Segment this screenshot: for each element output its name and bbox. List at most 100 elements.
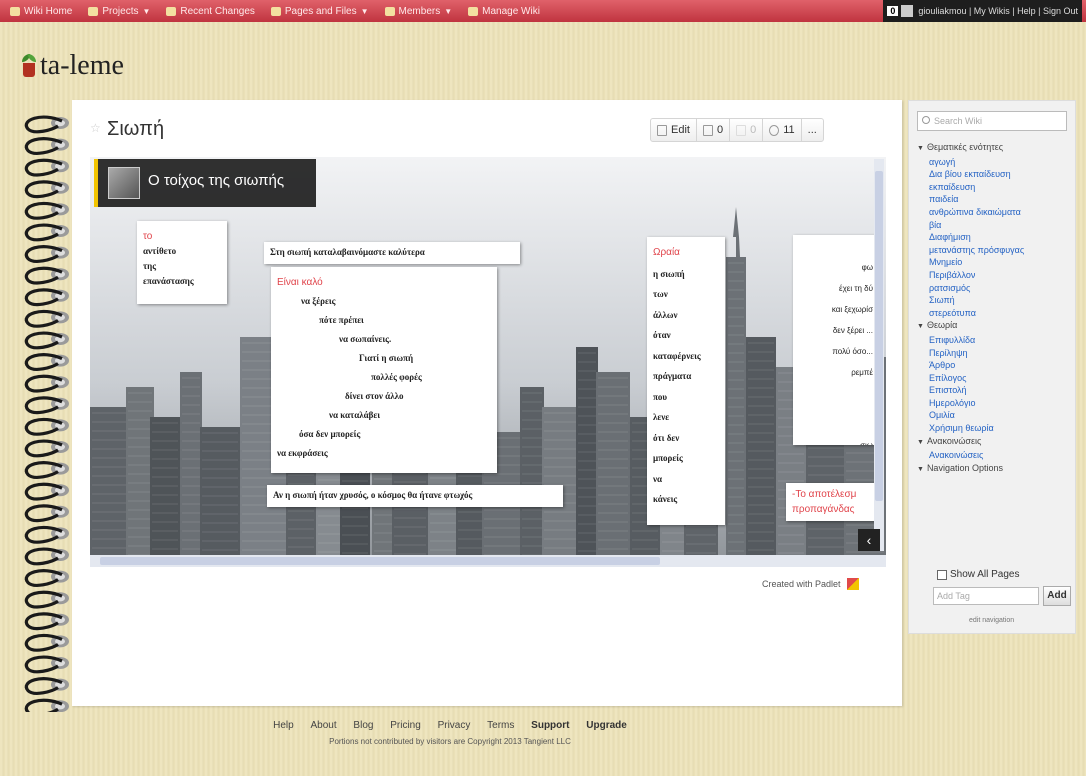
sidebar-link[interactable]: Διαφήμιση	[917, 231, 1073, 244]
sidebar-link[interactable]: ανθρώπινα δικαιώματα	[917, 206, 1073, 219]
followers-button[interactable]: 0	[730, 119, 764, 141]
sidebar-link[interactable]: εκπαίδευση	[917, 181, 1073, 194]
add-tag-input[interactable]: Add Tag	[933, 587, 1039, 605]
footer-link-help[interactable]: Help	[273, 720, 294, 731]
pages-and-files-menu[interactable]: Pages and Files ▼	[270, 6, 369, 17]
padlet-note[interactable]: -Το αποτέλεσμ προπαγάνδας	[786, 483, 876, 521]
search-placeholder: Search Wiki	[934, 116, 983, 126]
padlet-note[interactable]: το αντίθετο της επανάστασης	[137, 221, 227, 304]
recent-changes-link[interactable]: Recent Changes	[166, 6, 255, 17]
wiki-title[interactable]: ta-leme	[40, 50, 124, 82]
sidebar-link[interactable]: παιδεία	[917, 193, 1073, 206]
scroll-thumb[interactable]	[875, 171, 883, 501]
show-all-pages-label: Show All Pages	[950, 569, 1020, 580]
avatar	[108, 167, 140, 199]
sidebar-link[interactable]: ρατσισμός	[917, 282, 1073, 295]
comments-button[interactable]: 0	[697, 119, 731, 141]
padlet-embed[interactable]: Ο τοίχος της σιωπής το αντίθετο της επαν…	[90, 157, 886, 567]
sidebar-link[interactable]: Επιφυλλίδα	[917, 334, 1073, 347]
wiki-home-link[interactable]: Wiki Home	[10, 6, 72, 17]
footer-link-privacy[interactable]: Privacy	[438, 720, 471, 731]
note-line: να σωπαίνεις.	[339, 334, 392, 344]
note-line: καταφέρνεις	[653, 350, 701, 361]
sidebar-link[interactable]: Σιωπή	[917, 294, 1073, 307]
home-icon	[10, 6, 20, 16]
sidebar-link[interactable]: Περίληψη	[917, 347, 1073, 360]
note-line: φω	[861, 263, 873, 272]
message-icon[interactable]	[901, 5, 914, 17]
note-line: πολλές φορές	[371, 372, 422, 382]
triangle-down-icon: ▼	[917, 145, 924, 152]
padlet-header: Ο τοίχος της σιωπής	[94, 159, 316, 207]
footer-link-about[interactable]: About	[311, 720, 337, 731]
edit-icon	[657, 124, 667, 136]
sidebar-link[interactable]: μετανάστης πρόσφυγας	[917, 244, 1073, 257]
more-button[interactable]: ...	[802, 119, 823, 141]
nav-section-title[interactable]: ▼ Navigation Options	[917, 462, 1073, 477]
members-icon	[384, 6, 395, 16]
note-line: πράγματα	[653, 371, 692, 381]
page-title: Σιωπή	[107, 118, 165, 140]
footer-link-blog[interactable]: Blog	[353, 720, 373, 731]
sidebar-link[interactable]: Δια βίου εκπαίδευση	[917, 168, 1073, 181]
members-menu[interactable]: Members ▼	[384, 6, 452, 17]
sidebar-link[interactable]: στερεότυπα	[917, 307, 1073, 320]
user-links[interactable]: giouliakmou | My Wikis | Help | Sign Out	[918, 6, 1078, 16]
note-line: Αν η σιωπή ήταν χρυσός, ο κόσμος θα ήταν…	[273, 490, 473, 500]
history-icon	[769, 124, 780, 136]
notification-count[interactable]: 0	[887, 6, 899, 16]
padlet-note[interactable]: Ωραία η σιωπή των άλλων όταν καταφέρνεις…	[647, 237, 725, 525]
sidebar-link[interactable]: αγωγή	[917, 156, 1073, 169]
manage-wiki-label: Manage Wiki	[482, 5, 540, 17]
triangle-down-icon: ▼	[917, 465, 924, 473]
nav-section-title[interactable]: ▼ Θεωρία	[917, 319, 1073, 334]
footer-link-pricing[interactable]: Pricing	[390, 720, 421, 731]
footer-link-support[interactable]: Support	[531, 720, 569, 731]
horizontal-scrollbar[interactable]	[90, 555, 886, 567]
padlet-note[interactable]: φω έχει τη δύ και ξεχωρίσ δεν ξέρει ... …	[793, 235, 877, 445]
note-line: κάνεις	[653, 494, 678, 504]
scroll-thumb[interactable]	[100, 557, 660, 565]
show-all-pages-checkbox[interactable]: Show All Pages	[937, 569, 1020, 580]
sidebar-link[interactable]: Περιβάλλον	[917, 269, 1073, 282]
projects-menu[interactable]: Projects ▼	[88, 6, 150, 17]
checkbox[interactable]	[937, 569, 947, 580]
search-input[interactable]: Search Wiki	[917, 111, 1067, 131]
note-line: Είναι καλό	[277, 277, 323, 288]
projects-icon	[88, 6, 99, 16]
note-line: η σιωπή	[653, 268, 685, 279]
chevron-down-icon: ▼	[142, 6, 151, 16]
revisions-button[interactable]: 11	[763, 119, 802, 141]
top-bar: Wiki Home Projects ▼ Recent Changes Pages…	[0, 0, 1086, 22]
nav-section-title[interactable]: ▼ Θεματικές ενότητες	[917, 141, 1073, 156]
sidebar-link[interactable]: Ανακοινώσεις	[917, 449, 1073, 462]
note-line: σιω	[793, 435, 873, 445]
sidebar-link[interactable]: βία	[917, 219, 1073, 232]
sidebar-link[interactable]: Χρήσιμη θεωρία	[917, 422, 1073, 435]
sidebar-link[interactable]: Ομιλία	[917, 409, 1073, 422]
padlet-note[interactable]: Στη σιωπή καταλαβαινόμαστε καλύτερα	[264, 242, 520, 264]
note-line: δεν ξέρει ...	[832, 326, 873, 335]
star-icon[interactable]: ☆	[90, 121, 101, 135]
chevron-left-icon[interactable]: ‹	[858, 529, 880, 551]
sidebar-link[interactable]: Άρθρο	[917, 359, 1073, 372]
padlet-credit[interactable]: Created with Padlet	[762, 578, 859, 590]
edit-navigation-link[interactable]: edit navigation	[969, 617, 1014, 624]
sidebar-link[interactable]: Ημερολόγιο	[917, 397, 1073, 410]
note-line: των	[653, 289, 668, 299]
sidebar-link[interactable]: Επιστολή	[917, 384, 1073, 397]
sidebar-link[interactable]: Επίλογος	[917, 372, 1073, 385]
footer-link-terms[interactable]: Terms	[487, 720, 514, 731]
triangle-down-icon: ▼	[917, 438, 924, 446]
padlet-note[interactable]: Είναι καλό να ξέρεις πότε πρέπει να σωπα…	[271, 267, 497, 473]
note-line: Γιατί η σιωπή	[359, 353, 414, 363]
add-tag-button[interactable]: Add	[1043, 586, 1071, 606]
edit-button[interactable]: Edit	[651, 119, 697, 141]
footer-link-upgrade[interactable]: Upgrade	[586, 720, 627, 731]
padlet-note[interactable]: Αν η σιωπή ήταν χρυσός, ο κόσμος θα ήταν…	[267, 485, 563, 507]
nav-section-title[interactable]: ▼ Ανακοινώσεις	[917, 435, 1073, 450]
note-line: να καταλάβει	[329, 410, 381, 420]
manage-wiki-link[interactable]: Manage Wiki	[468, 6, 540, 17]
sidebar-link[interactable]: Μνημείο	[917, 256, 1073, 269]
vertical-scrollbar[interactable]	[874, 159, 884, 551]
